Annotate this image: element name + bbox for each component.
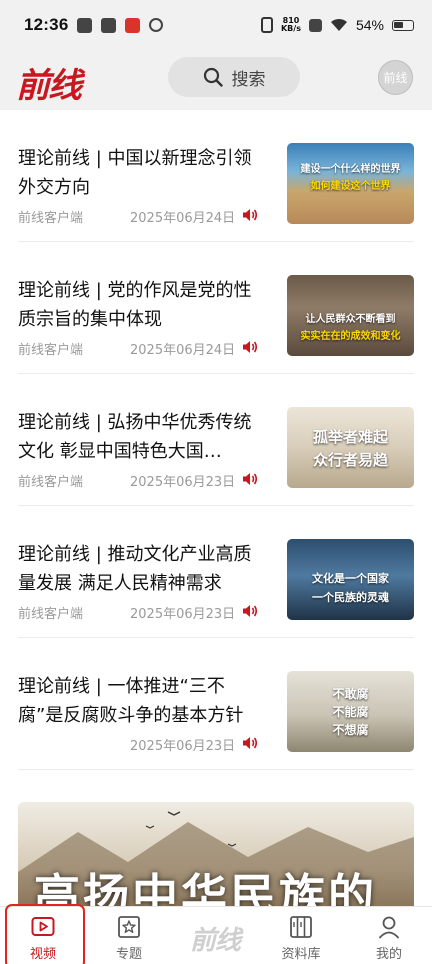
- article-date: 2025年06月24日: [130, 211, 236, 226]
- article-item[interactable]: 理论前线 | 中国以新理念引领外交方向 前线客户端 2025年06月24日 建设…: [18, 110, 414, 242]
- audio-icon[interactable]: [242, 736, 258, 750]
- article-thumbnail[interactable]: 不敢腐 不能腐 不想腐: [287, 671, 414, 752]
- status-time: 12:36: [24, 15, 69, 34]
- bird-icon: [227, 843, 237, 847]
- tab-logo: 前线: [189, 926, 241, 956]
- tab-label: 我的: [375, 947, 402, 962]
- article-thumbnail[interactable]: 建设一个什么样的世界 如何建设这个世界: [287, 143, 414, 224]
- avatar-text: 前线: [383, 71, 408, 85]
- thumbnail-caption: 孤举者难起: [312, 427, 388, 446]
- tab-label: 专题: [115, 947, 142, 962]
- app-icon: [101, 17, 117, 33]
- star-badge-icon: [118, 916, 140, 938]
- tab-label: 资料库: [281, 947, 321, 962]
- search-label: 搜索: [231, 69, 266, 90]
- sim-icon: [308, 18, 322, 32]
- article-source: 前线客户端: [18, 343, 84, 358]
- thumbnail-caption: 不能腐: [332, 705, 369, 719]
- featured-banner[interactable]: 高扬中华民族的: [18, 802, 414, 906]
- article-title[interactable]: 理论前线 | 一体推进“三不腐”是反腐败斗争的基本方针: [18, 672, 268, 730]
- library-icon: [290, 916, 312, 938]
- audio-icon[interactable]: [242, 340, 258, 354]
- thumbnail-caption: 文化是一个国家: [312, 572, 389, 585]
- article-date: 2025年06月24日: [130, 343, 236, 358]
- app-logo: 前线: [16, 66, 82, 106]
- avatar[interactable]: 前线: [378, 60, 413, 95]
- article-date: 2025年06月23日: [130, 739, 236, 754]
- tab-profile[interactable]: 我的: [346, 907, 432, 964]
- thumbnail-caption: 一个民族的灵魂: [312, 591, 389, 604]
- tab-label: 视频: [29, 947, 56, 962]
- banner-title: 高扬中华民族的: [34, 869, 377, 906]
- search-button[interactable]: 搜索: [168, 57, 300, 97]
- thumbnail-caption: 不敢腐: [332, 687, 369, 701]
- thumbnail-caption: 不想腐: [332, 723, 369, 737]
- network-speed-unit: KB/s: [280, 24, 301, 33]
- vibrate-icon: [260, 17, 273, 33]
- thumbnail-caption: 如何建设这个世界: [310, 180, 391, 192]
- person-icon: [378, 916, 400, 939]
- article-thumbnail[interactable]: 孤举者难起 众行者易趋: [287, 407, 414, 488]
- link-icon: [149, 18, 164, 32]
- audio-icon[interactable]: [242, 472, 258, 486]
- article-item[interactable]: 理论前线 | 弘扬中华优秀传统文化 彰显中国特色大国… 前线客户端 2025年0…: [18, 374, 414, 506]
- search-icon: [203, 67, 223, 87]
- bird-icon: [167, 811, 181, 816]
- article-thumbnail[interactable]: 文化是一个国家 一个民族的灵魂: [287, 539, 414, 620]
- battery-percent: 54%: [355, 17, 384, 33]
- article-date: 2025年06月23日: [130, 607, 236, 622]
- article-source: 前线客户端: [18, 607, 84, 622]
- tab-home-logo[interactable]: 前线: [172, 907, 258, 964]
- tab-topics[interactable]: 专题: [86, 907, 172, 964]
- article-source: 前线客户端: [18, 211, 84, 226]
- article-item[interactable]: 理论前线 | 一体推进“三不腐”是反腐败斗争的基本方针 2025年06月23日 …: [18, 638, 414, 770]
- article-date: 2025年06月23日: [130, 475, 236, 490]
- news-app-icon: [125, 17, 141, 33]
- battery-icon: [392, 19, 414, 31]
- tab-library[interactable]: 资料库: [258, 907, 344, 964]
- thumbnail-caption: 众行者易趋: [312, 450, 388, 469]
- video-icon: [31, 917, 55, 936]
- thumbnail-caption: 建设一个什么样的世界: [300, 163, 401, 175]
- bird-icon: [145, 825, 155, 829]
- article-item[interactable]: 理论前线 | 推动文化产业高质量发展 满足人民精神需求 前线客户端 2025年0…: [18, 506, 414, 638]
- article-thumbnail[interactable]: 让人民群众不断看到 实实在在的成效和变化: [287, 275, 414, 356]
- article-source: 前线客户端: [18, 475, 84, 490]
- status-bar: 12:36 810 KB/s 54%: [0, 0, 432, 50]
- article-title[interactable]: 理论前线 | 党的作风是党的性质宗旨的集中体现: [18, 276, 268, 334]
- thumbnail-caption: 实实在在的成效和变化: [300, 330, 401, 342]
- audio-icon[interactable]: [242, 208, 258, 222]
- wifi-icon: [330, 18, 347, 31]
- message-icon: [77, 17, 93, 33]
- audio-icon[interactable]: [242, 604, 258, 618]
- article-title[interactable]: 理论前线 | 中国以新理念引领外交方向: [18, 144, 268, 202]
- article-title[interactable]: 理论前线 | 推动文化产业高质量发展 满足人民精神需求: [18, 540, 268, 598]
- network-speed: 810 KB/s: [281, 17, 301, 33]
- article-title[interactable]: 理论前线 | 弘扬中华优秀传统文化 彰显中国特色大国…: [18, 408, 268, 466]
- tab-video[interactable]: 视频: [0, 904, 86, 964]
- app-header: 前线 搜索 前线: [0, 50, 432, 110]
- article-item[interactable]: 理论前线 | 党的作风是党的性质宗旨的集中体现 前线客户端 2025年06月24…: [18, 242, 414, 374]
- bottom-tab-bar: 视频 专题 前线 资料库 我的: [0, 904, 432, 964]
- thumbnail-caption: 让人民群众不断看到: [305, 313, 396, 325]
- news-feed[interactable]: 理论前线 | 中国以新理念引领外交方向 前线客户端 2025年06月24日 建设…: [0, 110, 432, 906]
